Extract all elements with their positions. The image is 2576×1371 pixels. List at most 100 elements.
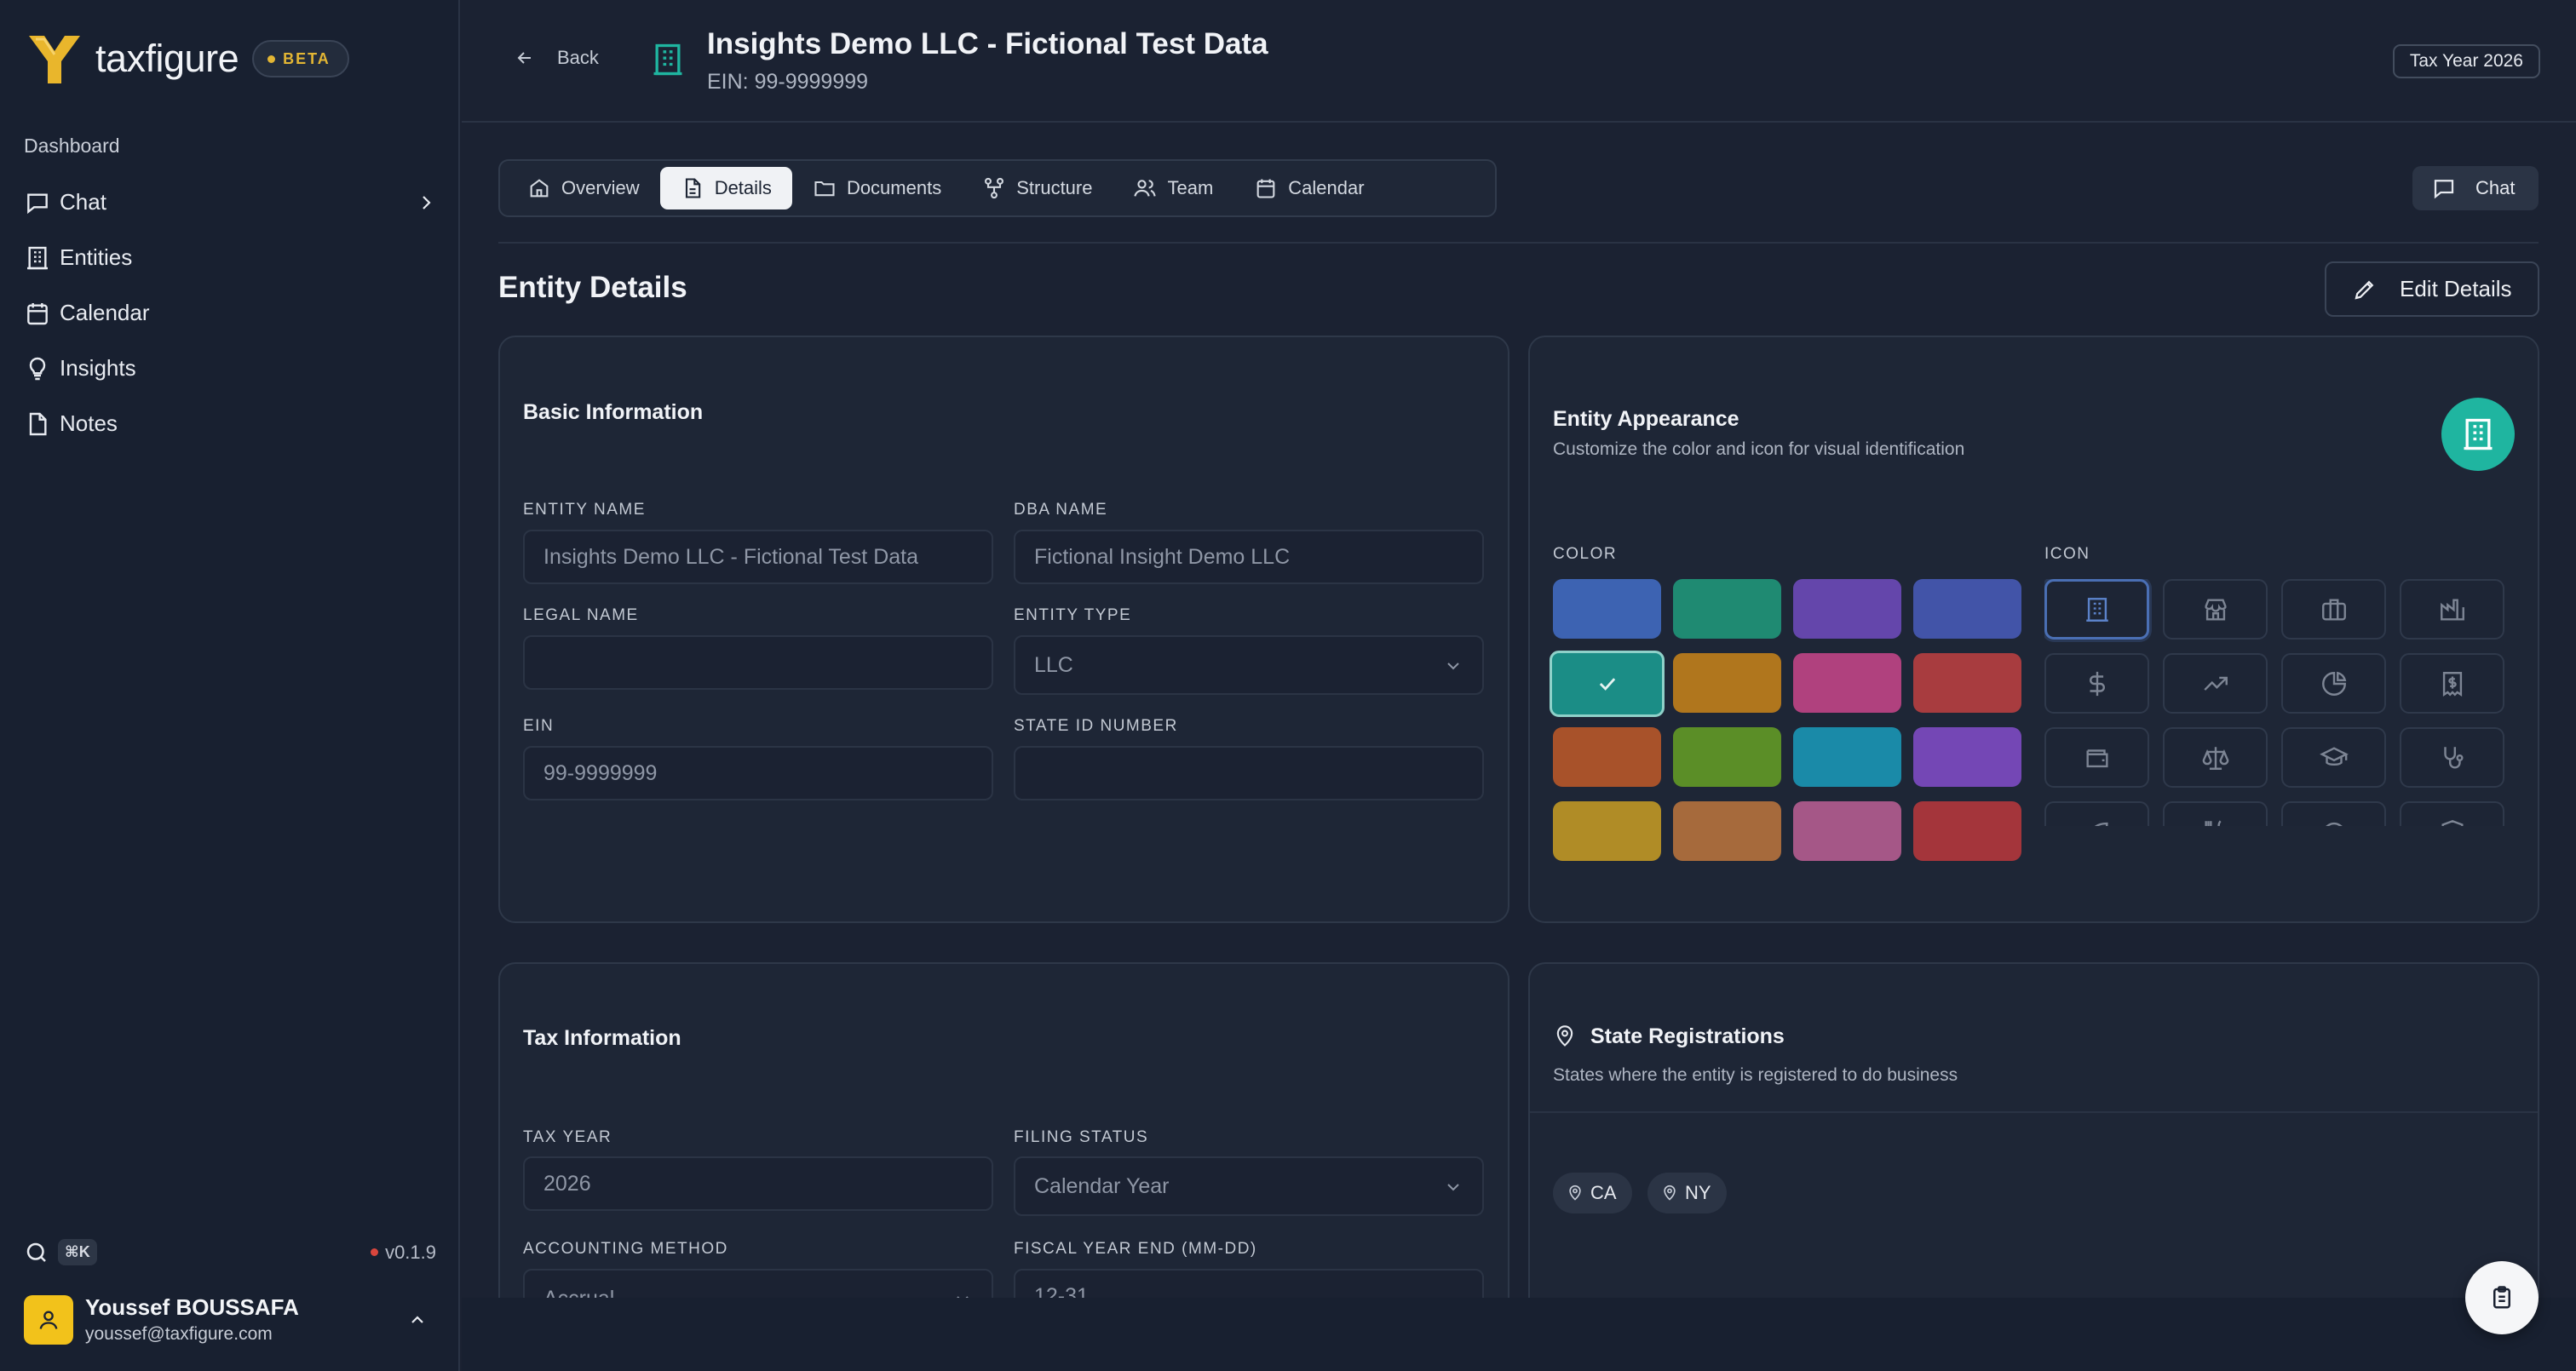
tax-year-field[interactable]: 2026 — [523, 1156, 993, 1211]
icon-option-pie-chart[interactable] — [2281, 653, 2386, 714]
entity-name-label: ENTITY NAME — [523, 501, 646, 519]
color-swatch[interactable] — [1673, 801, 1781, 861]
tax-information-title: Tax Information — [523, 1026, 681, 1050]
shield-icon — [2438, 817, 2467, 826]
chevron-down-icon — [1443, 656, 1463, 676]
color-swatch[interactable] — [1673, 653, 1781, 713]
tab-documents[interactable]: Documents — [792, 167, 962, 209]
icon-option-utensils[interactable] — [2163, 801, 2268, 826]
sidebar-item-label: Entities — [60, 244, 133, 270]
icon-option-wallet[interactable] — [2044, 727, 2149, 788]
tab-details[interactable]: Details — [659, 167, 792, 209]
state-id-field[interactable] — [1014, 746, 1484, 800]
icon-option-dollar[interactable] — [2044, 653, 2149, 714]
tab-label: Documents — [846, 177, 942, 198]
app-version: v0.1.9 — [371, 1242, 436, 1264]
chevron-right-icon — [416, 192, 436, 213]
sidebar-item-entities[interactable]: Entities — [24, 230, 441, 285]
color-swatch[interactable] — [1553, 579, 1661, 639]
sidebar-item-chat[interactable]: Chat — [24, 175, 441, 230]
tab-structure[interactable]: Structure — [962, 167, 1113, 209]
sidebar-footer: ⌘K v0.1.9 — [24, 1239, 436, 1265]
wallet-icon — [2083, 743, 2112, 772]
icon-option-building[interactable] — [2044, 579, 2149, 640]
state-chip-ny[interactable]: NY — [1647, 1173, 1727, 1213]
icon-option-briefcase[interactable] — [2281, 579, 2386, 640]
user-menu[interactable]: Youssef BOUSSAFA youssef@taxfigure.com — [24, 1294, 436, 1345]
dba-name-label: DBA NAME — [1014, 501, 1108, 519]
color-swatch[interactable] — [1913, 653, 2021, 713]
file-text-icon — [681, 176, 715, 200]
entity-tabs: Overview Details Documents Structure Tea… — [498, 159, 1497, 217]
sidebar-item-notes[interactable]: Notes — [24, 396, 441, 451]
icon-option-factory[interactable] — [2400, 579, 2504, 640]
color-swatch[interactable] — [1553, 727, 1661, 787]
icon-option-eye[interactable] — [2281, 801, 2386, 826]
color-swatch[interactable] — [1913, 801, 2021, 861]
color-swatch[interactable] — [1793, 801, 1901, 861]
edit-details-label: Edit Details — [2400, 276, 2512, 301]
message-square-icon — [24, 189, 51, 216]
sidebar-item-insights[interactable]: Insights — [24, 341, 441, 396]
state-chip-label: CA — [1590, 1182, 1617, 1203]
icon-option-stethoscope[interactable] — [2400, 727, 2504, 788]
icon-option-trending[interactable] — [2163, 653, 2268, 714]
icon-option-leaf[interactable] — [2044, 801, 2149, 826]
tab-calendar[interactable]: Calendar — [1233, 167, 1384, 209]
color-swatch[interactable] — [1913, 727, 2021, 787]
search-icon[interactable] — [24, 1240, 49, 1265]
tax-year-badge[interactable]: Tax Year 2026 — [2392, 44, 2540, 78]
clipboard-fab-button[interactable] — [2465, 1261, 2539, 1334]
color-swatch[interactable] — [1793, 579, 1901, 639]
icon-option-store[interactable] — [2163, 579, 2268, 640]
tab-team[interactable]: Team — [1113, 167, 1233, 209]
filing-status-select[interactable]: Calendar Year — [1014, 1156, 1484, 1216]
divider — [498, 242, 2539, 244]
icon-option-shield[interactable] — [2400, 801, 2504, 826]
entity-appearance-subtitle: Customize the color and icon for visual … — [1553, 439, 1965, 459]
beta-badge: BETA — [252, 40, 349, 77]
tab-label: Details — [714, 177, 772, 198]
entity-type-select[interactable]: LLC — [1014, 635, 1484, 695]
icon-option-scale[interactable] — [2163, 727, 2268, 788]
tax-year-value: 2026 — [543, 1171, 591, 1196]
icon-option-receipt[interactable] — [2400, 653, 2504, 714]
entity-type-label: ENTITY TYPE — [1014, 606, 1132, 624]
edit-details-button[interactable]: Edit Details — [2325, 261, 2539, 317]
sidebar-item-calendar[interactable]: Calendar — [24, 285, 441, 341]
entity-type-value: LLC — [1034, 652, 1073, 677]
page-header: Back Insights Demo LLC - Fictional Test … — [462, 0, 2576, 123]
version-label: v0.1.9 — [385, 1241, 436, 1263]
ein-field[interactable]: 99-9999999 — [523, 746, 993, 800]
check-icon — [1596, 672, 1619, 696]
color-swatch[interactable] — [1793, 727, 1901, 787]
state-chip-ca[interactable]: CA — [1553, 1173, 1632, 1213]
pie-chart-icon — [2320, 669, 2349, 698]
dba-name-field[interactable]: Fictional Insight Demo LLC — [1014, 530, 1484, 584]
back-button[interactable]: Back — [515, 47, 599, 69]
calendar-icon — [24, 300, 51, 327]
color-swatch[interactable] — [1673, 579, 1781, 639]
icon-picker-grid — [2044, 579, 2509, 826]
entity-name-field[interactable]: Insights Demo LLC - Fictional Test Data — [523, 530, 993, 584]
icon-option-graduation[interactable] — [2281, 727, 2386, 788]
color-swatch[interactable] — [1793, 653, 1901, 713]
file-icon — [24, 410, 51, 438]
users-icon — [1133, 176, 1167, 200]
section-title: Entity Details — [498, 271, 687, 304]
color-swatch[interactable] — [1673, 727, 1781, 787]
tab-label: Calendar — [1288, 177, 1365, 198]
structure-icon — [982, 176, 1016, 200]
color-swatch[interactable] — [1553, 801, 1661, 861]
legal-name-field[interactable] — [523, 635, 993, 690]
chat-button[interactable]: Chat — [2412, 166, 2539, 210]
color-swatch-selected[interactable] — [1550, 651, 1665, 717]
logo[interactable]: taxfigure BETA — [24, 31, 349, 87]
page-title: Insights Demo LLC - Fictional Test Data — [707, 27, 1268, 60]
ein-value: 99-9999999 — [543, 760, 658, 785]
chevron-down-icon — [1443, 1177, 1463, 1197]
filing-status-value: Calendar Year — [1034, 1173, 1170, 1198]
chat-button-label: Chat — [2475, 177, 2516, 198]
tab-overview[interactable]: Overview — [507, 167, 660, 209]
color-swatch[interactable] — [1913, 579, 2021, 639]
